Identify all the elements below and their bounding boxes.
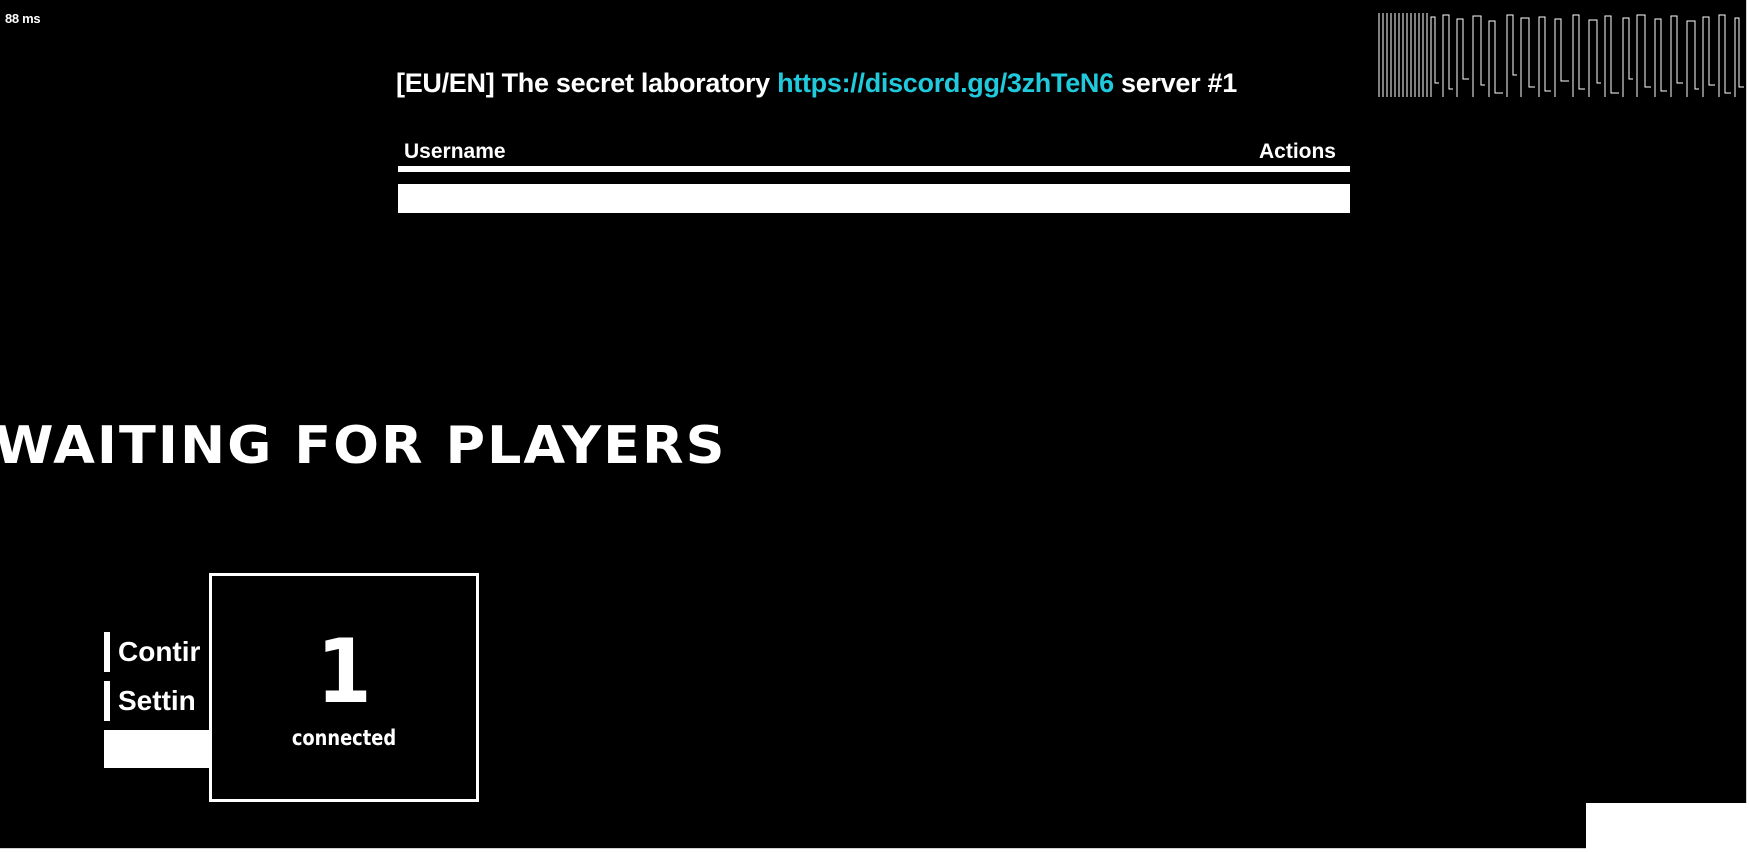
header-divider (398, 166, 1350, 172)
ping-readout: 88 ms (5, 11, 41, 26)
corner-overlay (1586, 803, 1750, 852)
server-name: [EU/EN] The secret laboratory https://di… (396, 68, 1350, 99)
waiting-status: WAITING FOR PLAYERS (0, 415, 727, 476)
server-name-suffix: server #1 (1113, 68, 1237, 98)
player-count-panel: 1 connected (209, 573, 479, 802)
continue-label: Contir (118, 636, 201, 667)
game-screen: 88 ms [EU/EN] The secret laboratory http… (0, 0, 1747, 849)
player-count: 1 (316, 620, 372, 723)
network-graph (1378, 13, 1744, 97)
highlighted-menu-button[interactable] (104, 730, 224, 768)
player-row[interactable] (398, 184, 1350, 213)
discord-link[interactable]: https://discord.gg/3zhTeN6 (777, 68, 1114, 98)
settings-label: Settin (118, 685, 196, 716)
server-name-prefix: [EU/EN] The secret laboratory (396, 68, 778, 98)
username-column-header: Username (404, 140, 506, 163)
player-count-label: connected (291, 726, 397, 750)
actions-column-header: Actions (1258, 140, 1336, 163)
